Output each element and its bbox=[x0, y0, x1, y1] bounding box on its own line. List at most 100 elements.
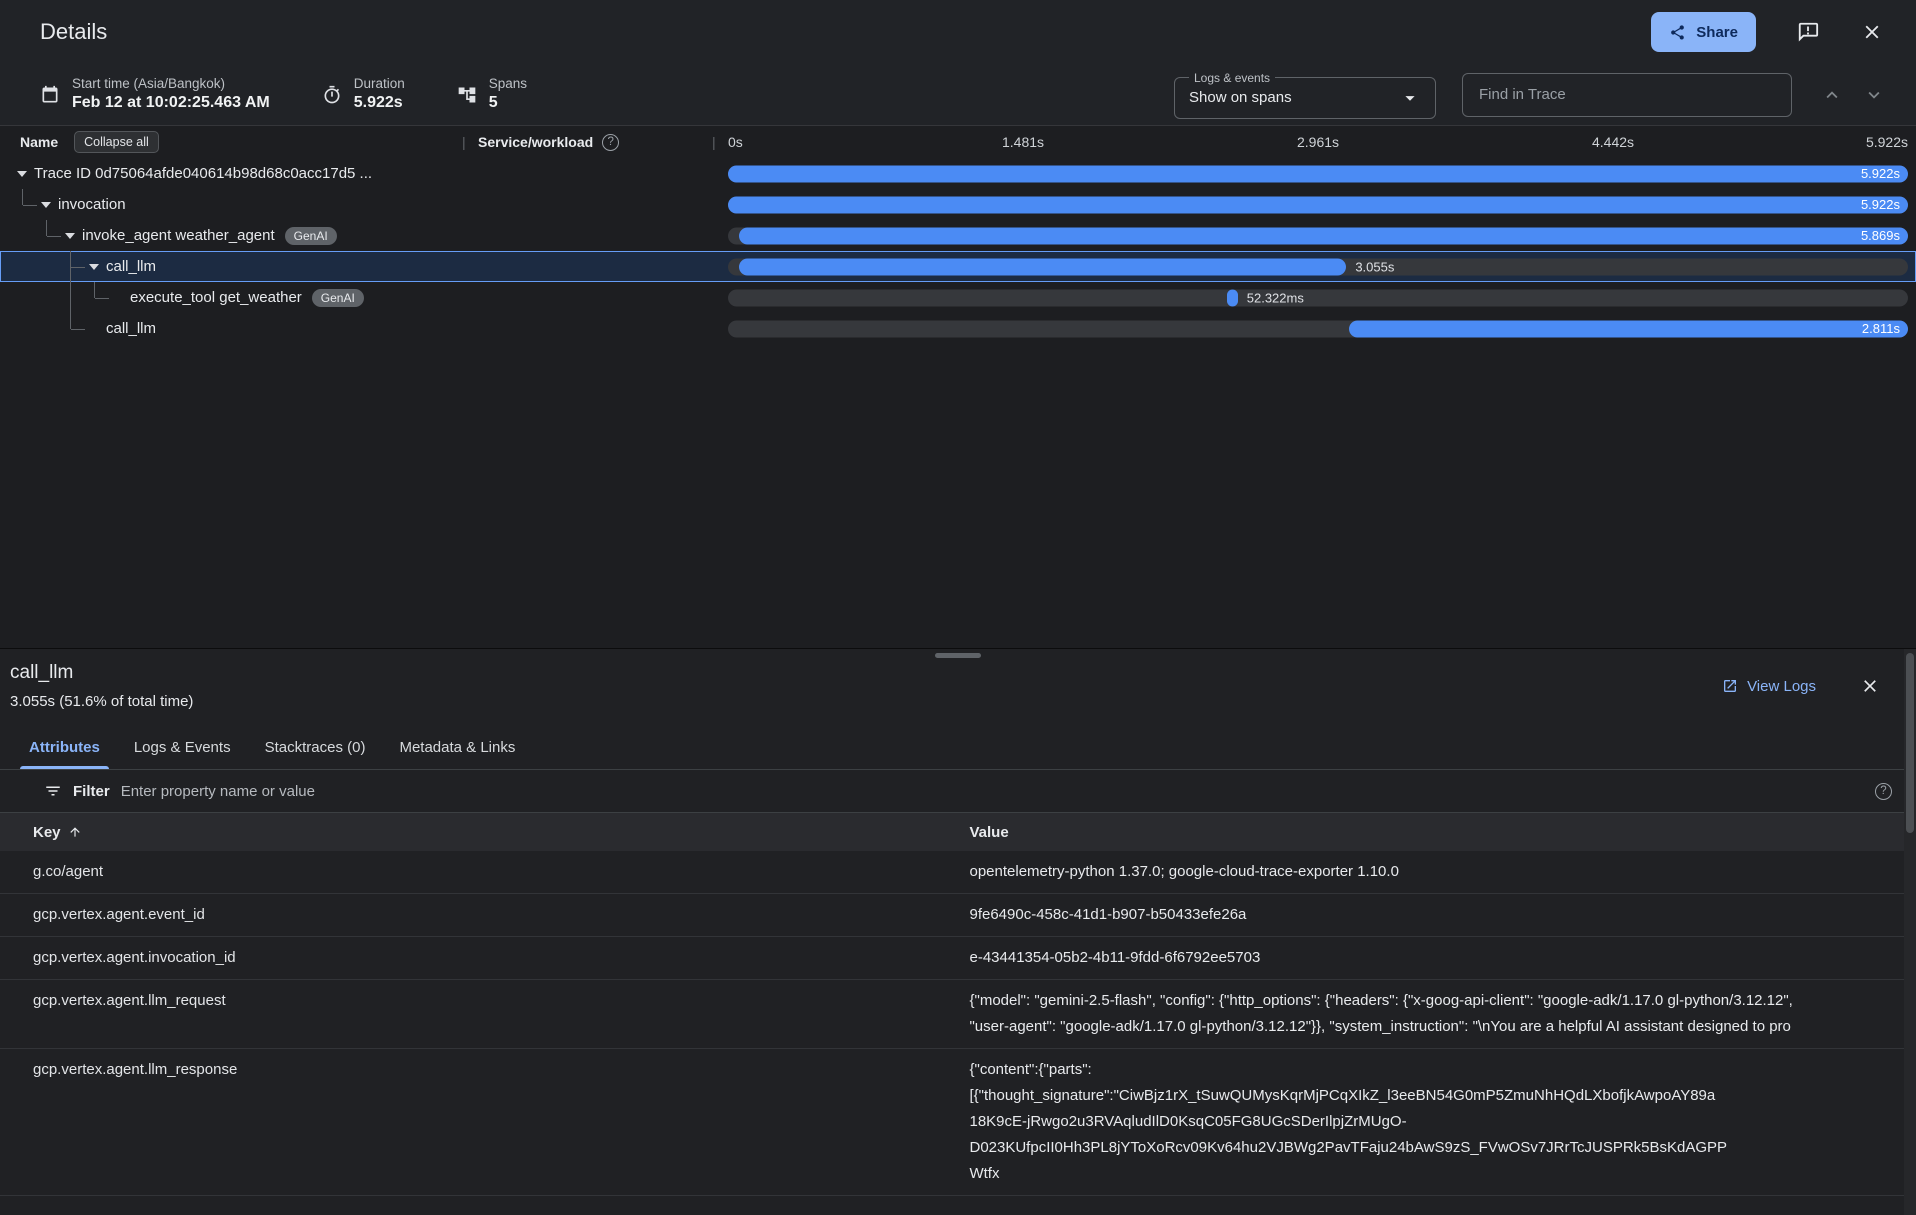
duration-label: Duration bbox=[354, 76, 405, 93]
attribute-key: gcp.vertex.agent.llm_request bbox=[0, 988, 969, 1040]
attribute-row: gcp.vertex.agent.event_id9fe6490c-458c-4… bbox=[0, 894, 1916, 937]
open-in-new-icon bbox=[1722, 678, 1738, 694]
tab-stacktraces-0[interactable]: Stacktraces (0) bbox=[248, 726, 383, 769]
share-button-label: Share bbox=[1696, 24, 1738, 41]
chevron-up-icon bbox=[1821, 84, 1843, 106]
view-logs-label: View Logs bbox=[1747, 678, 1816, 695]
collapse-all-button[interactable]: Collapse all bbox=[74, 131, 159, 153]
filter-help-icon[interactable]: ? bbox=[1875, 783, 1892, 800]
close-details-button[interactable] bbox=[1854, 14, 1890, 50]
tree-guide-line bbox=[70, 313, 71, 329]
span-name-cell: call_llm bbox=[0, 251, 462, 282]
tab-attributes[interactable]: Attributes bbox=[12, 726, 117, 769]
key-column-header[interactable]: Key bbox=[33, 824, 61, 841]
logs-events-select[interactable]: Show on spans bbox=[1189, 87, 1421, 109]
scrollbar-thumb[interactable] bbox=[1906, 653, 1914, 833]
service-header-label: Service/workload bbox=[478, 134, 593, 150]
filter-icon bbox=[44, 782, 62, 800]
share-icon bbox=[1669, 24, 1686, 41]
span-label: invoke_agent weather_agent bbox=[82, 227, 275, 244]
span-name-cell: execute_tool get_weatherGenAI bbox=[0, 282, 462, 313]
tree-guide-line bbox=[94, 282, 95, 298]
span-duration-bar[interactable] bbox=[739, 258, 1347, 275]
start-time-block: Start time (Asia/Bangkok) Feb 12 at 10:0… bbox=[40, 76, 270, 113]
filter-label: Filter bbox=[73, 783, 110, 800]
span-duration-summary: 3.055s (51.6% of total time) bbox=[10, 693, 1722, 710]
attribute-key: g.co/agent bbox=[0, 859, 969, 885]
feedback-button[interactable] bbox=[1790, 14, 1826, 50]
trace-row[interactable]: invoke_agent weather_agentGenAI 5.869s bbox=[0, 220, 1916, 251]
span-duration-bar[interactable] bbox=[1227, 289, 1238, 306]
expand-chevron-icon[interactable] bbox=[12, 171, 32, 177]
service-column-header: | Service/workload ? bbox=[462, 134, 710, 151]
duration-label: 5.922s bbox=[1861, 166, 1900, 181]
span-name-cell: call_llm bbox=[0, 313, 462, 344]
trace-row[interactable]: call_llm3.055s bbox=[0, 251, 1916, 282]
attribute-row: g.co/agentopentelemetry-python 1.37.0; g… bbox=[0, 851, 1916, 894]
calendar-icon bbox=[40, 85, 60, 105]
logs-events-legend: Logs & events bbox=[1189, 71, 1275, 85]
service-help-icon[interactable]: ? bbox=[602, 134, 619, 151]
attributes-table-header: Key Value bbox=[0, 813, 1916, 851]
find-navigation bbox=[1818, 77, 1888, 113]
attribute-value: {"model": "gemini-2.5-flash", "config": … bbox=[969, 988, 1859, 1040]
trace-row[interactable]: invocation 5.922s bbox=[0, 189, 1916, 220]
tree-guide-line bbox=[46, 220, 47, 236]
tab-metadata-links[interactable]: Metadata & Links bbox=[382, 726, 532, 769]
span-title: call_llm bbox=[10, 662, 1722, 684]
close-icon bbox=[1861, 21, 1883, 43]
close-panel-button[interactable] bbox=[1852, 668, 1888, 704]
attribute-value: 9fe6490c-458c-41d1-b907-b50433efe26a bbox=[969, 902, 1859, 928]
timeline-cell: 2.811s bbox=[728, 313, 1908, 344]
tree-guide-line bbox=[70, 282, 71, 313]
attribute-key: gcp.vertex.agent.event_id bbox=[0, 902, 969, 928]
find-previous-button[interactable] bbox=[1818, 77, 1846, 113]
duration-block: Duration 5.922s bbox=[322, 76, 405, 113]
timeline-tick: 1.481s bbox=[1002, 134, 1044, 150]
tree-guide-elbow bbox=[23, 205, 37, 206]
spans-block: Spans 5 bbox=[457, 76, 527, 113]
find-next-button[interactable] bbox=[1860, 77, 1888, 113]
attribute-filter-bar: Filter ? bbox=[0, 770, 1916, 813]
span-label: invocation bbox=[58, 196, 126, 213]
trace-waterfall: Trace ID 0d75064afde040614b98d68c0acc17d… bbox=[0, 158, 1916, 344]
expand-chevron-icon[interactable] bbox=[36, 202, 56, 208]
trace-row[interactable]: execute_tool get_weatherGenAI52.322ms bbox=[0, 282, 1916, 313]
timeline-ticks: 0s1.481s2.961s4.442s5.922s bbox=[728, 126, 1908, 158]
share-button[interactable]: Share bbox=[1651, 12, 1756, 52]
trace-row[interactable]: Trace ID 0d75064afde040614b98d68c0acc17d… bbox=[0, 158, 1916, 189]
tab-logs-events[interactable]: Logs & Events bbox=[117, 726, 248, 769]
start-time-value: Feb 12 at 10:02:25.463 AM bbox=[72, 93, 270, 113]
tree-guide-elbow bbox=[47, 236, 61, 237]
attribute-filter-input[interactable] bbox=[121, 783, 1864, 800]
tree-guide-line bbox=[22, 189, 23, 205]
name-header-label: Name bbox=[20, 134, 58, 150]
view-logs-link[interactable]: View Logs bbox=[1722, 678, 1816, 695]
expand-chevron-icon[interactable] bbox=[84, 264, 104, 270]
panel-scrollbar bbox=[1904, 649, 1916, 1215]
genai-badge: GenAI bbox=[312, 289, 364, 307]
name-column-header: Name Collapse all bbox=[0, 131, 462, 153]
attribute-row: gcp.vertex.agent.llm_request{"model": "g… bbox=[0, 980, 1916, 1049]
span-name-cell: invoke_agent weather_agentGenAI bbox=[0, 220, 462, 251]
sort-ascending-icon[interactable] bbox=[68, 825, 82, 839]
expand-chevron-icon[interactable] bbox=[60, 233, 80, 239]
attribute-row: gcp.vertex.agent.invocation_ide-43441354… bbox=[0, 937, 1916, 980]
find-in-trace-input[interactable] bbox=[1462, 73, 1792, 117]
span-name-cell: invocation bbox=[0, 189, 462, 220]
attribute-key: gcp.vertex.agent.llm_response bbox=[0, 1057, 969, 1187]
span-label: call_llm bbox=[106, 320, 156, 337]
feedback-icon bbox=[1797, 21, 1819, 43]
duration-value: 5.922s bbox=[354, 93, 405, 113]
duration-label: 5.869s bbox=[1861, 228, 1900, 243]
panel-resize-handle[interactable] bbox=[935, 653, 981, 658]
attribute-key: gcp.vertex.agent.invocation_id bbox=[0, 945, 969, 971]
toolbar-right: Logs & events Show on spans bbox=[1174, 71, 1888, 119]
duration-label: 5.922s bbox=[1861, 197, 1900, 212]
trace-row[interactable]: call_llm 2.811s bbox=[0, 313, 1916, 344]
column-divider: | bbox=[712, 134, 716, 150]
span-duration-bar[interactable]: 2.811s bbox=[1349, 320, 1908, 337]
span-duration-bar[interactable]: 5.922s bbox=[728, 196, 1908, 213]
span-duration-bar[interactable]: 5.869s bbox=[739, 227, 1908, 244]
span-duration-bar[interactable]: 5.922s bbox=[728, 165, 1908, 182]
